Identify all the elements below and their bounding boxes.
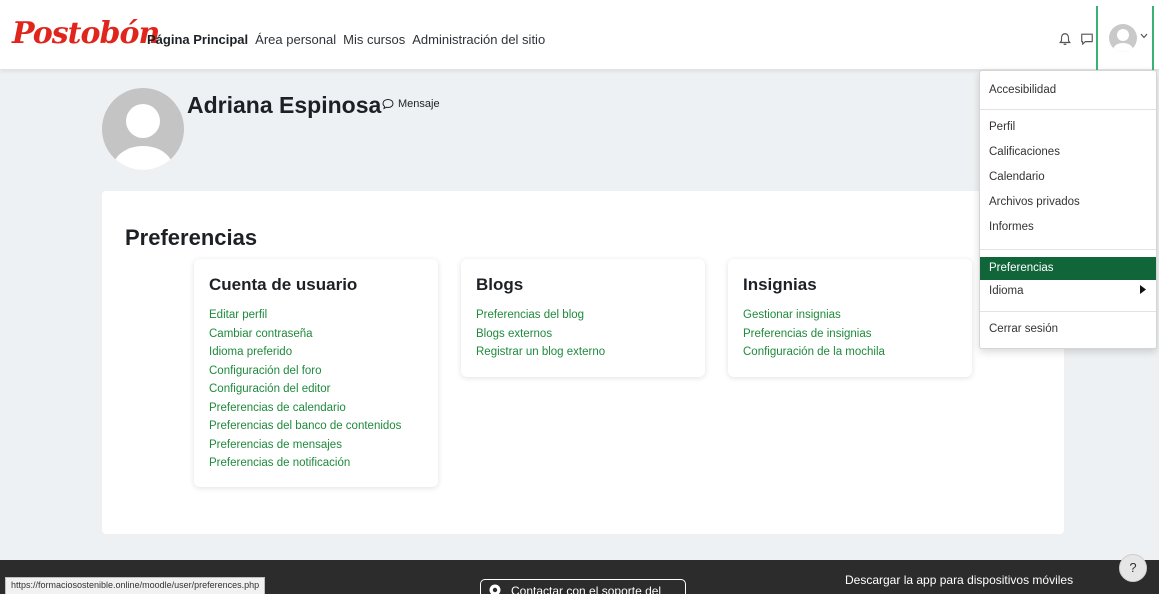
- bell-icon[interactable]: [1058, 32, 1072, 46]
- link-backpack-settings[interactable]: Configuración de la mochila: [743, 346, 885, 358]
- menu-item-private-files[interactable]: Archivos privados: [989, 196, 1080, 208]
- section-title: Cuenta de usuario: [209, 275, 358, 294]
- menu-item-preferences[interactable]: Preferencias: [980, 257, 1156, 280]
- profile-avatar: [102, 88, 184, 170]
- link-manage-badges[interactable]: Gestionar insignias: [743, 309, 841, 321]
- link-editor-settings[interactable]: Configuración del editor: [209, 383, 330, 395]
- menu-item-reports[interactable]: Informes: [989, 221, 1034, 233]
- message-button[interactable]: Mensaje: [382, 98, 440, 110]
- lifebuoy-icon: [489, 584, 501, 594]
- menu-item-logout[interactable]: Cerrar sesión: [989, 323, 1058, 335]
- chat-icon[interactable]: [1080, 32, 1094, 46]
- link-content-bank-preferences[interactable]: Preferencias del banco de contenidos: [209, 420, 401, 432]
- section-user-account: Cuenta de usuario Editar perfil Cambiar …: [194, 259, 438, 487]
- menu-item-profile[interactable]: Perfil: [989, 121, 1015, 133]
- menu-item-accessibility[interactable]: Accesibilidad: [989, 84, 1056, 96]
- contact-support-button[interactable]: Contactar con el soporte del sitio: [480, 579, 686, 594]
- help-button[interactable]: ?: [1119, 554, 1147, 582]
- link-notification-preferences[interactable]: Preferencias de notificación: [209, 457, 350, 469]
- top-navbar: Postobón Página Principal Área personal …: [0, 0, 1159, 70]
- link-preferred-language[interactable]: Idioma preferido: [209, 346, 292, 358]
- link-external-blogs[interactable]: Blogs externos: [476, 328, 552, 340]
- section-links: Gestionar insignias Preferencias de insi…: [743, 306, 957, 362]
- nav-link-home[interactable]: Página Principal: [147, 32, 248, 47]
- message-label: Mensaje: [398, 98, 440, 110]
- section-title: Insignias: [743, 275, 817, 294]
- section-links: Preferencias del blog Blogs externos Reg…: [476, 306, 690, 362]
- menu-item-grades[interactable]: Calificaciones: [989, 146, 1060, 158]
- link-badge-preferences[interactable]: Preferencias de insignias: [743, 328, 872, 340]
- menu-divider: [980, 109, 1156, 110]
- section-badges: Insignias Gestionar insignias Preferenci…: [728, 259, 972, 377]
- nav-link-dashboard[interactable]: Área personal: [255, 32, 336, 47]
- link-register-external-blog[interactable]: Registrar un blog externo: [476, 346, 605, 358]
- link-change-password[interactable]: Cambiar contraseña: [209, 328, 313, 340]
- message-icon: [382, 98, 394, 110]
- caret-right-icon: [1140, 285, 1146, 294]
- browser-status-url: https://formaciosostenible.online/moodle…: [5, 577, 266, 594]
- nav-link-my-courses[interactable]: Mis cursos: [343, 32, 405, 47]
- brand-logo[interactable]: Postobón: [12, 16, 160, 51]
- primary-navigation: Página Principal Área personal Mis curso…: [147, 32, 545, 47]
- menu-divider: [980, 311, 1156, 312]
- menu-item-calendar[interactable]: Calendario: [989, 171, 1045, 183]
- nav-link-site-admin[interactable]: Administración del sitio: [412, 32, 545, 47]
- section-blogs: Blogs Preferencias del blog Blogs extern…: [461, 259, 705, 377]
- section-title: Blogs: [476, 275, 524, 294]
- menu-divider: [980, 249, 1156, 250]
- section-links: Editar perfil Cambiar contraseña Idioma …: [209, 306, 423, 473]
- link-message-preferences[interactable]: Preferencias de mensajes: [209, 439, 342, 451]
- user-dropdown-menu: Accesibilidad Perfil Calificaciones Cale…: [979, 70, 1157, 349]
- link-blog-preferences[interactable]: Preferencias del blog: [476, 309, 584, 321]
- link-edit-profile[interactable]: Editar perfil: [209, 309, 267, 321]
- mobile-app-link[interactable]: Descargar la app para dispositivos móvil…: [845, 573, 1073, 587]
- menu-item-language[interactable]: Idioma: [989, 285, 1024, 297]
- page-title: Preferencias: [125, 225, 258, 250]
- link-calendar-preferences[interactable]: Preferencias de calendario: [209, 402, 346, 414]
- profile-name: Adriana Espinosa: [187, 92, 382, 118]
- link-forum-settings[interactable]: Configuración del foro: [209, 365, 322, 377]
